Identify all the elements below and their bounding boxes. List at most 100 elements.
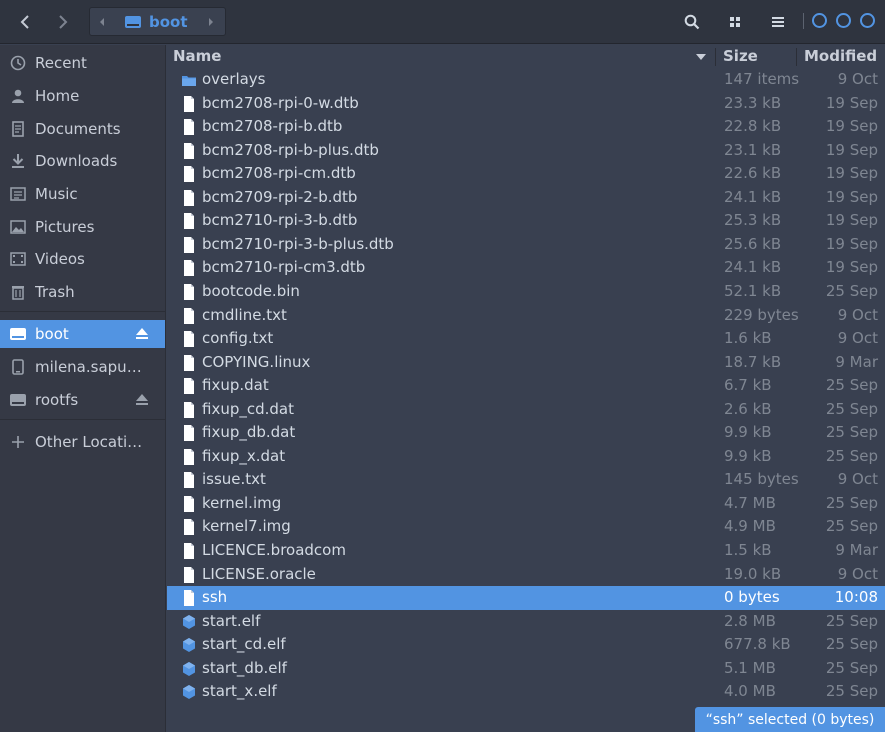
file-row[interactable]: ssh 0 bytes 10:08 bbox=[167, 586, 885, 610]
chevron-right-icon bbox=[59, 15, 68, 29]
music-icon bbox=[10, 187, 26, 201]
search-button[interactable] bbox=[678, 8, 706, 36]
file-name: bcm2708-rpi-b-plus.dtb bbox=[202, 140, 379, 159]
sidebar-item-home[interactable]: Home bbox=[0, 82, 165, 110]
sidebar-item-pictures[interactable]: Pictures bbox=[0, 213, 165, 241]
file-row[interactable]: fixup_x.dat 9.9 kB 25 Sep bbox=[167, 445, 885, 469]
file-row[interactable]: bcm2708-rpi-cm.dtb 22.6 kB 19 Sep bbox=[167, 162, 885, 186]
sort-descending-icon[interactable] bbox=[696, 53, 706, 61]
file-icon bbox=[184, 519, 194, 536]
column-separator[interactable] bbox=[796, 48, 797, 66]
sidebar-item-downloads[interactable]: Downloads bbox=[0, 147, 165, 175]
file-row[interactable]: fixup_db.dat 9.9 kB 25 Sep bbox=[167, 421, 885, 445]
sidebar-item-music[interactable]: Music bbox=[0, 180, 165, 208]
sidebar: Recent Home Documents Downloads Music Pi… bbox=[0, 45, 166, 732]
file-row[interactable]: start_cd.elf 677.8 kB 25 Sep bbox=[167, 633, 885, 657]
file-row[interactable]: issue.txt 145 bytes 9 Oct bbox=[167, 468, 885, 492]
sidebar-item-label: Documents bbox=[35, 120, 121, 138]
path-scroll-left-icon[interactable] bbox=[96, 15, 108, 29]
file-name: config.txt bbox=[202, 329, 274, 348]
sidebar-item-phone[interactable]: milena.sapunova... bbox=[0, 353, 165, 381]
file-size: 9.9 kB bbox=[724, 446, 772, 465]
eject-icon[interactable] bbox=[135, 394, 149, 406]
file-row[interactable]: bcm2709-rpi-2-b.dtb 24.1 kB 19 Sep bbox=[167, 186, 885, 210]
executable-icon bbox=[183, 685, 195, 700]
back-button[interactable] bbox=[12, 8, 40, 36]
file-row[interactable]: bcm2710-rpi-cm3.dtb 24.1 kB 19 Sep bbox=[167, 256, 885, 280]
file-row[interactable]: config.txt 1.6 kB 9 Oct bbox=[167, 327, 885, 351]
home-icon bbox=[12, 89, 24, 103]
column-header-modified[interactable]: Modified bbox=[804, 47, 877, 65]
file-name: issue.txt bbox=[202, 470, 266, 489]
file-size: 4.7 MB bbox=[724, 493, 776, 512]
file-size: 24.1 kB bbox=[724, 258, 782, 277]
plus-icon bbox=[12, 436, 24, 448]
column-header-size[interactable]: Size bbox=[723, 47, 758, 65]
file-modified: 25 Sep bbox=[825, 682, 878, 701]
clock-icon bbox=[10, 55, 26, 71]
sidebar-item-documents[interactable]: Documents bbox=[0, 115, 165, 143]
file-row[interactable]: fixup.dat 6.7 kB 25 Sep bbox=[167, 374, 885, 398]
file-row[interactable]: start_x.elf 4.0 MB 25 Sep bbox=[167, 680, 885, 704]
column-separator[interactable] bbox=[715, 48, 716, 66]
file-row[interactable]: fixup_cd.dat 2.6 kB 25 Sep bbox=[167, 398, 885, 422]
file-row[interactable]: overlays 147 items 9 Oct bbox=[167, 68, 885, 92]
file-row[interactable]: cmdline.txt 229 bytes 9 Oct bbox=[167, 304, 885, 328]
file-row[interactable]: LICENSE.oracle 19.0 kB 9 Oct bbox=[167, 563, 885, 587]
chevron-left-icon bbox=[20, 15, 29, 29]
column-header-bar: Name Size Modified bbox=[167, 45, 885, 69]
sidebar-item-other-locations[interactable]: Other Locations bbox=[0, 428, 165, 456]
file-size: 23.3 kB bbox=[724, 93, 782, 112]
path-segment-boot[interactable]: boot bbox=[149, 13, 188, 31]
file-size: 5.1 MB bbox=[724, 658, 776, 677]
minimize-button[interactable] bbox=[812, 13, 827, 28]
file-size: 2.6 kB bbox=[724, 399, 772, 418]
file-row[interactable]: bcm2708-rpi-0-w.dtb 23.3 kB 19 Sep bbox=[167, 92, 885, 116]
file-modified: 25 Sep bbox=[825, 658, 878, 677]
file-row[interactable]: kernel7.img 4.9 MB 25 Sep bbox=[167, 515, 885, 539]
view-toggle-button[interactable] bbox=[721, 8, 749, 36]
sidebar-item-boot[interactable]: boot bbox=[0, 320, 165, 348]
file-row[interactable]: start.elf 2.8 MB 25 Sep bbox=[167, 610, 885, 634]
file-icon bbox=[184, 495, 194, 512]
file-row[interactable]: kernel.img 4.7 MB 25 Sep bbox=[167, 492, 885, 516]
maximize-button[interactable] bbox=[836, 13, 851, 28]
sidebar-item-recent[interactable]: Recent bbox=[0, 49, 165, 77]
search-icon bbox=[684, 14, 700, 30]
file-row[interactable]: bootcode.bin 52.1 kB 25 Sep bbox=[167, 280, 885, 304]
column-header-name[interactable]: Name bbox=[173, 47, 221, 65]
file-row[interactable]: bcm2710-rpi-3-b-plus.dtb 25.6 kB 19 Sep bbox=[167, 233, 885, 257]
path-bar[interactable]: boot bbox=[89, 7, 226, 36]
file-row[interactable]: bcm2708-rpi-b-plus.dtb 23.1 kB 19 Sep bbox=[167, 139, 885, 163]
file-name: start_x.elf bbox=[202, 682, 277, 701]
sidebar-item-label: Pictures bbox=[35, 218, 95, 236]
file-name: ssh bbox=[202, 588, 228, 607]
file-size: 0 bytes bbox=[724, 588, 780, 607]
file-row[interactable]: bcm2708-rpi-b.dtb 22.8 kB 19 Sep bbox=[167, 115, 885, 139]
close-button[interactable] bbox=[860, 13, 875, 28]
sidebar-item-trash[interactable]: Trash bbox=[0, 278, 165, 306]
file-name: bcm2710-rpi-3-b-plus.dtb bbox=[202, 234, 394, 253]
file-row[interactable]: COPYING.linux 18.7 kB 9 Mar bbox=[167, 351, 885, 375]
sidebar-item-rootfs[interactable]: rootfs bbox=[0, 386, 165, 414]
file-modified: 25 Sep bbox=[825, 423, 878, 442]
file-name: start.elf bbox=[202, 611, 261, 630]
drive-icon bbox=[10, 328, 26, 340]
forward-button[interactable] bbox=[49, 8, 77, 36]
menu-button[interactable] bbox=[764, 8, 792, 36]
phone-icon bbox=[12, 359, 24, 375]
eject-icon[interactable] bbox=[135, 328, 149, 340]
path-scroll-right-icon[interactable] bbox=[205, 15, 217, 29]
file-row[interactable]: bcm2710-rpi-3-b.dtb 25.3 kB 19 Sep bbox=[167, 209, 885, 233]
file-icon bbox=[184, 425, 194, 442]
sidebar-item-label: Music bbox=[35, 185, 78, 203]
file-size: 22.8 kB bbox=[724, 117, 782, 136]
file-name: bcm2709-rpi-2-b.dtb bbox=[202, 187, 358, 206]
file-name: cmdline.txt bbox=[202, 305, 287, 324]
sidebar-item-videos[interactable]: Videos bbox=[0, 245, 165, 273]
file-row[interactable]: start_db.elf 5.1 MB 25 Sep bbox=[167, 657, 885, 681]
file-row[interactable]: LICENCE.broadcom 1.5 kB 9 Mar bbox=[167, 539, 885, 563]
hamburger-icon bbox=[772, 17, 784, 27]
file-name: LICENCE.broadcom bbox=[202, 541, 346, 559]
file-size: 1.6 kB bbox=[724, 329, 772, 348]
